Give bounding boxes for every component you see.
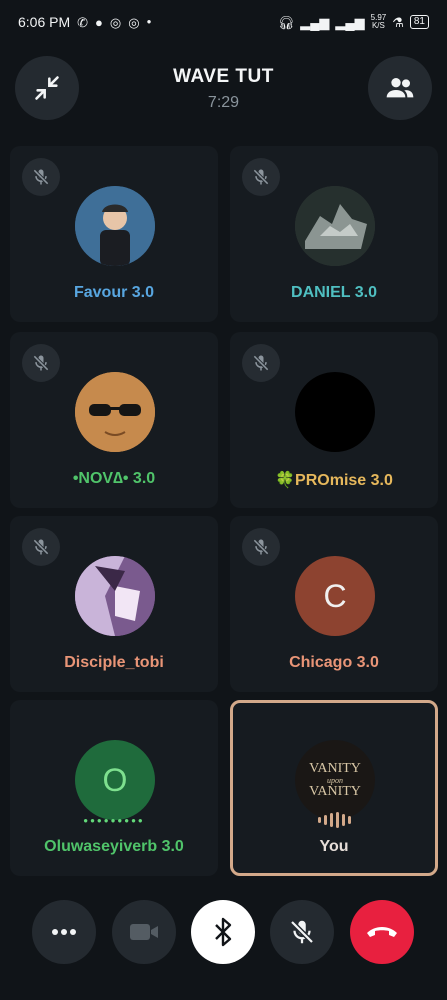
audio-wave-icon <box>233 812 435 828</box>
participant-name: Favour 3.0 <box>73 284 155 301</box>
avatar <box>75 556 155 636</box>
avatar <box>75 186 155 266</box>
participant-tile[interactable]: O ●●●●●●●●● Oluwaseyiverb 3.0 <box>10 700 218 876</box>
mic-off-icon <box>33 539 49 555</box>
avatar-text-line: VANITY <box>309 760 361 776</box>
avatar-initial: C <box>295 556 375 636</box>
bluetooth-icon <box>215 917 232 947</box>
muted-badge <box>242 344 280 382</box>
people-icon <box>386 78 414 98</box>
participant-name: DANIEL 3.0 <box>291 284 377 301</box>
phone-icon: ✆ <box>77 14 89 30</box>
mic-off-icon <box>33 355 49 371</box>
video-off-icon <box>130 924 158 940</box>
call-header: WAVE TUT 7:29 <box>0 56 447 126</box>
flask-icon: ⚗ <box>392 14 404 30</box>
participant-tile[interactable]: 🍀PROmise 3.0 <box>230 332 438 508</box>
chat-icon: ● <box>95 14 103 30</box>
participant-name: •NOV∆• 3.0 <box>72 470 156 487</box>
net-speed: 5.97 K/S <box>370 13 387 30</box>
participant-name: 🍀PROmise 3.0 <box>275 472 393 489</box>
video-button[interactable] <box>112 900 176 964</box>
call-controls <box>0 900 447 966</box>
participants-button[interactable] <box>368 56 432 120</box>
dot-icon: ● <box>146 17 152 26</box>
signal-icon: ▂▄▆ <box>300 14 330 30</box>
bluetooth-button[interactable] <box>191 900 255 964</box>
speaking-indicator: ●●●●●●●●● <box>83 816 145 825</box>
mic-off-icon <box>290 920 314 944</box>
avatar-initial: O <box>75 740 155 820</box>
whatsapp-icon: ◎ <box>128 14 140 30</box>
avatar <box>75 372 155 452</box>
participant-tile[interactable]: Disciple_tobi <box>10 516 218 692</box>
participant-tile[interactable]: DANIEL 3.0 <box>230 146 438 322</box>
avatar <box>295 372 375 452</box>
muted-badge <box>242 158 280 196</box>
status-time: 6:06 PM <box>18 14 71 30</box>
muted-badge <box>242 528 280 566</box>
participant-name: Disciple_tobi <box>64 654 164 671</box>
participant-name: Chicago 3.0 <box>289 654 379 671</box>
end-call-button[interactable] <box>350 900 414 964</box>
mute-button[interactable] <box>270 900 334 964</box>
avatar-text-line: VANITY <box>309 783 361 799</box>
end-call-icon <box>367 927 397 937</box>
avatar: VANITY upon VANITY <box>295 740 375 820</box>
signal-icon: ▂▄▆ <box>335 14 365 30</box>
muted-badge <box>22 528 60 566</box>
self-tile[interactable]: VANITY upon VANITY You <box>230 700 438 876</box>
participant-name: Oluwaseyiverb 3.0 <box>44 838 184 855</box>
participant-tile[interactable]: •NOV∆• 3.0 <box>10 332 218 508</box>
participant-tile[interactable]: C Chicago 3.0 <box>230 516 438 692</box>
avatar <box>295 186 375 266</box>
mic-off-icon <box>253 169 269 185</box>
muted-badge <box>22 158 60 196</box>
participant-tile[interactable]: Favour 3.0 <box>10 146 218 322</box>
muted-badge <box>22 344 60 382</box>
headphones-icon: 🎧︎ <box>277 14 295 30</box>
status-bar: 6:06 PM ✆ ● ◎ ◎ ● 🎧︎ ▂▄▆ ▂▄▆ 5.97 K/S ⚗ … <box>0 0 447 44</box>
mic-off-icon <box>253 355 269 371</box>
participant-name: You <box>319 838 349 855</box>
whatsapp-icon: ◎ <box>109 14 122 30</box>
more-button[interactable] <box>32 900 96 964</box>
mic-off-icon <box>253 539 269 555</box>
more-dots-icon <box>52 929 76 935</box>
mic-off-icon <box>33 169 49 185</box>
battery-icon: 81 <box>409 15 429 29</box>
